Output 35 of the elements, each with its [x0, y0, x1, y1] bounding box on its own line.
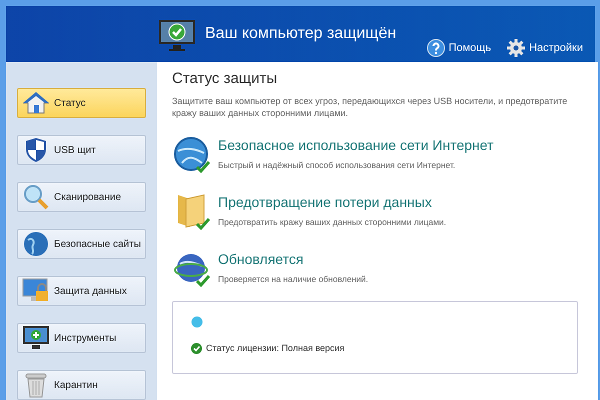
status-dot-icon	[191, 316, 203, 328]
check-icon	[196, 274, 210, 286]
feature-subtitle: Проверяется на наличие обновлений.	[218, 272, 368, 286]
help-link[interactable]: Помощь	[426, 39, 492, 57]
header-title: Ваш компьютер защищён	[205, 24, 396, 44]
sidebar-button[interactable]: Безопасные сайты	[17, 229, 146, 259]
check-circle-icon	[191, 342, 202, 354]
trash-can-icon	[24, 372, 48, 398]
check-icon	[196, 218, 210, 230]
section-title: Статус защиты	[172, 69, 278, 89]
settings-link[interactable]: Настройки	[507, 39, 583, 57]
sidebar-button[interactable]: USB щит	[17, 135, 146, 165]
folder-icon	[176, 192, 206, 228]
sidebar-button[interactable]: Защита данных	[17, 276, 146, 306]
monitor-plus-icon	[22, 325, 50, 351]
feature-subtitle: Предотвратить кражу ваших данных сторонними лицами.	[218, 216, 446, 228]
sidebar-button[interactable]: Статус	[17, 88, 146, 118]
help-icon	[426, 39, 445, 57]
globe-icon	[174, 136, 208, 170]
monitor-lock-icon	[22, 278, 50, 304]
house-icon	[23, 91, 49, 115]
section-description: Защитите ваш компьютер от всех угроз, передающихся через USB носители, и предотвратите кражу ваших данных сторонними лицами.	[172, 94, 568, 118]
feature-title: Безопасное использование сети Интернет	[218, 136, 494, 155]
globe-icon	[23, 231, 49, 257]
feature-title: Обновляется	[218, 250, 304, 268]
shield-icon	[25, 137, 47, 163]
sidebar-button[interactable]: Карантин	[17, 370, 146, 400]
sidebar-button[interactable]: Инструменты	[17, 323, 146, 353]
magnifier-icon	[23, 184, 49, 210]
license-status: Статус лицензии: Полная версия	[206, 342, 344, 355]
check-icon	[196, 160, 210, 172]
settings-icon	[507, 39, 526, 57]
feature-title: Предотвращение потери данных	[218, 192, 433, 212]
sidebar-button[interactable]: Сканирование	[17, 182, 146, 212]
feature-subtitle: Быстрый и надёжный способ использования сети Интернет.	[218, 158, 456, 172]
